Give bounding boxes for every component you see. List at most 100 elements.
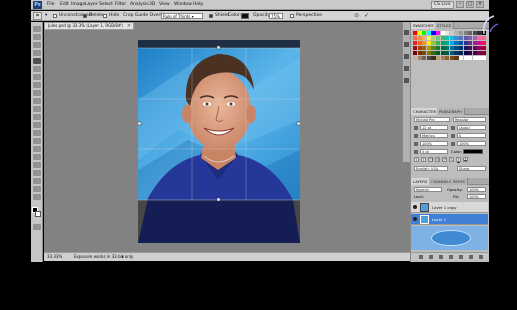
new-group-icon[interactable] [459, 255, 463, 259]
swatch-cell[interactable] [431, 46, 436, 51]
swatch-cell[interactable] [477, 41, 482, 46]
3d-rotate-tool-icon[interactable] [33, 170, 41, 176]
shield-checkbox[interactable] [209, 14, 213, 18]
swatch-cell[interactable] [449, 56, 454, 61]
kerning-field[interactable]: Metrics [420, 133, 448, 138]
tab-character[interactable]: CHARACTER [411, 108, 440, 115]
swatch-cell[interactable] [413, 46, 418, 51]
swatch-cell[interactable] [440, 41, 445, 46]
swatch-cell[interactable] [463, 51, 468, 56]
menu-window[interactable]: Window [174, 1, 192, 9]
adjustments-panel-icon[interactable] [404, 30, 409, 35]
vertical-scale-field[interactable]: 100% [420, 141, 448, 146]
tab-swatches[interactable]: SWATCHES [411, 22, 437, 29]
workspace-button[interactable]: CS Live [431, 1, 454, 9]
swatch-cell[interactable] [426, 56, 431, 61]
quick-mask-icon[interactable] [33, 224, 41, 230]
swatch-cell[interactable] [468, 41, 473, 46]
swatch-cell[interactable] [445, 36, 450, 41]
swatch-cell[interactable] [459, 36, 464, 41]
swatch-cell[interactable] [417, 51, 422, 56]
history-brush-tool-icon[interactable] [33, 98, 41, 104]
menu-help[interactable]: Help [193, 1, 203, 9]
menu-3d[interactable]: 3D [149, 1, 155, 9]
layer-row-selected[interactable]: Layer 1 [411, 214, 488, 225]
swatch-cell[interactable] [440, 46, 445, 51]
adjustment-layer-icon[interactable] [449, 255, 453, 259]
strikethrough-button[interactable]: T [463, 157, 468, 162]
swatch-cell[interactable] [422, 41, 427, 46]
3d-orbit-tool-icon[interactable] [33, 178, 41, 184]
antialias-select[interactable]: Sharp [457, 166, 486, 171]
swatch-cell[interactable] [468, 56, 473, 61]
swatch-cell[interactable] [431, 31, 436, 36]
swatch-cell[interactable] [468, 31, 473, 36]
swatch-cell[interactable] [459, 46, 464, 51]
brush-tool-icon[interactable] [33, 82, 41, 88]
swatch-cell[interactable] [417, 56, 422, 61]
tab-paths[interactable]: PATHS [451, 178, 468, 185]
tab-paragraph[interactable]: PARAGRAPH [437, 108, 465, 115]
swatch-cell[interactable] [472, 36, 477, 41]
menu-edit[interactable]: Edit [60, 1, 69, 9]
swatch-cell[interactable] [445, 46, 450, 51]
subscript-button[interactable]: T₁ [449, 157, 454, 162]
faux-italic-button[interactable]: T [421, 157, 426, 162]
swatch-cell[interactable] [454, 41, 459, 46]
tab-styles[interactable]: STYLES [435, 22, 454, 29]
fill-field[interactable]: 100% [467, 194, 486, 199]
swatch-cell[interactable] [454, 51, 459, 56]
crop-guide-select[interactable]: Rule of Thirds ▾ [161, 13, 203, 19]
add-layer-style-icon[interactable] [429, 255, 433, 259]
swatch-cell[interactable] [477, 36, 482, 41]
opacity-field[interactable]: 75% [269, 13, 283, 19]
swatch-cell[interactable] [426, 31, 431, 36]
swatch-cell[interactable] [436, 56, 441, 61]
document-tab[interactable]: Jules.psd @ 33.3% (Layer 1, RGB/8#) × [44, 22, 134, 30]
font-style-select[interactable]: Regular [453, 117, 486, 122]
swatch-cell[interactable] [482, 56, 487, 61]
swatch-cell[interactable] [472, 31, 477, 36]
swatch-cell[interactable] [459, 56, 464, 61]
brush-presets-icon[interactable] [404, 78, 409, 83]
minimize-button[interactable]: – [456, 1, 464, 8]
move-tool-icon[interactable] [33, 26, 41, 32]
swatch-cell[interactable] [454, 31, 459, 36]
swatch-cell[interactable] [413, 41, 418, 46]
swatch-cell[interactable] [449, 31, 454, 36]
swatch-cell[interactable] [472, 51, 477, 56]
swatch-cell[interactable] [436, 41, 441, 46]
swatch-cell[interactable] [459, 31, 464, 36]
swatch-cell[interactable] [449, 51, 454, 56]
swatch-cell[interactable] [422, 51, 427, 56]
layer-row[interactable]: Layer 1 copy [411, 202, 488, 213]
close-button[interactable]: × [476, 1, 484, 8]
swatch-cell[interactable] [459, 41, 464, 46]
swatch-cell[interactable] [426, 36, 431, 41]
close-document-icon[interactable]: × [127, 23, 131, 29]
font-size-field[interactable]: 12 pt [420, 125, 448, 130]
swatch-cell[interactable] [463, 46, 468, 51]
swatch-cell[interactable] [482, 51, 487, 56]
delete-layer-icon[interactable] [479, 255, 483, 259]
swatch-cell[interactable] [422, 31, 427, 36]
menu-filter[interactable]: Filter [115, 1, 126, 9]
delete-radio[interactable] [83, 14, 87, 18]
swatch-cell[interactable] [482, 46, 487, 51]
swatch-cell[interactable] [482, 36, 487, 41]
shape-tool-icon[interactable] [33, 162, 41, 168]
swatch-cell[interactable] [468, 36, 473, 41]
swatch-cell[interactable] [449, 46, 454, 51]
actions-panel-icon[interactable] [404, 66, 409, 71]
horizontal-scale-field[interactable]: 100% [457, 141, 486, 146]
swatch-cell[interactable] [426, 41, 431, 46]
swatch-cell[interactable] [454, 36, 459, 41]
cropped-area-radio[interactable] [53, 14, 57, 18]
healing-brush-tool-icon[interactable] [33, 74, 41, 80]
quick-selection-tool-icon[interactable] [33, 50, 41, 56]
swatch-cell[interactable] [477, 51, 482, 56]
swatch-cell[interactable] [417, 31, 422, 36]
tab-layers[interactable]: LAYERS [411, 178, 431, 185]
swatches-grid[interactable] [413, 31, 489, 89]
hide-radio[interactable] [103, 14, 107, 18]
